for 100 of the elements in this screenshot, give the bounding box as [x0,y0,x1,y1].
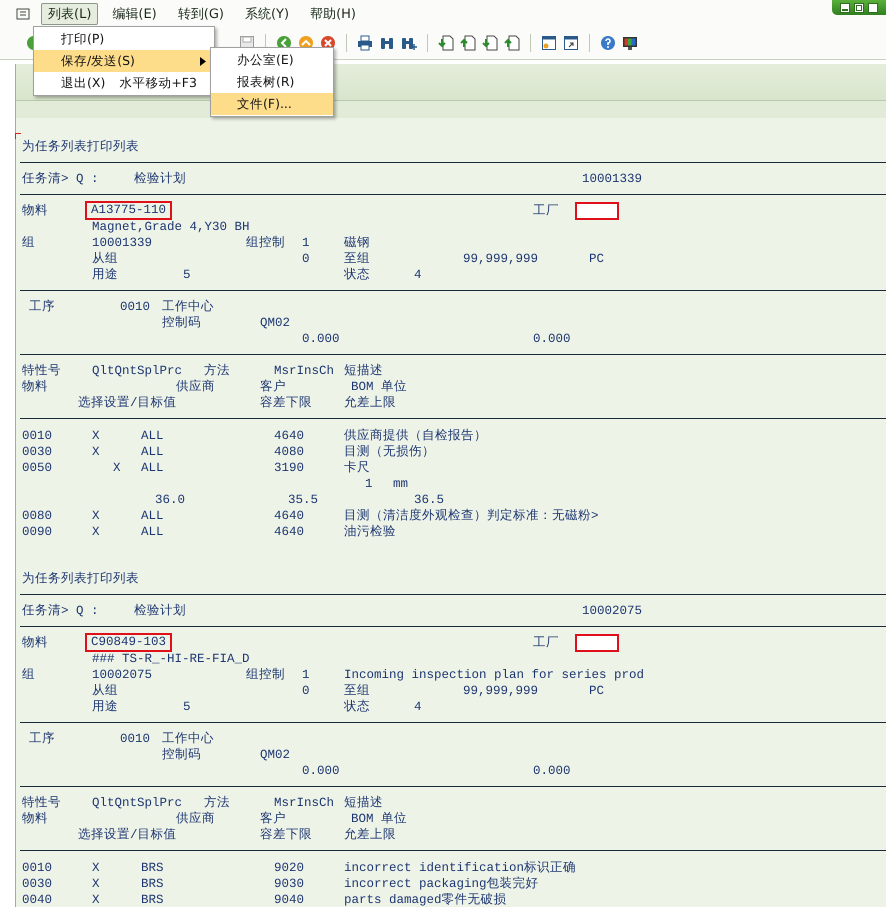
table-cell: parts damaged零件无破损 [344,892,507,907]
menu-item[interactable]: 编辑(E) [105,2,164,24]
field-label: 从组 [92,683,118,699]
table-cell: BRS [141,892,164,907]
material-value: A13775-110 [85,201,172,220]
table-cell: 9040 [274,892,304,907]
table-cell: mm [393,476,408,492]
field-value: 0.000 [302,763,340,779]
column-header: 特性号 [22,795,61,811]
field-value: 0 [302,683,310,699]
field-value: QM02 [260,747,290,763]
field-value: 0.000 [302,331,340,347]
field-value: 4 [414,699,422,715]
column-header: 供应商 [176,379,215,395]
field-value: 10001339 [582,171,642,187]
shortcut-window-icon[interactable] [563,35,579,51]
shortcut-label: 水平移动+F3 [119,74,197,92]
page-arrow-icon[interactable] [482,35,498,51]
maximize-icon[interactable] [854,2,864,12]
menu-option[interactable]: 文件(F)... [211,93,333,115]
table-cell: incorrect identification标识正确 [344,860,576,876]
monitor-icon[interactable] [622,35,638,51]
field-label: 用途 [92,267,118,283]
field-value: 1 [302,235,310,251]
menu-option-label: 退出(X) [61,74,106,92]
column-header: 选择设置/目标值 [78,395,177,411]
close-icon[interactable] [868,2,878,12]
menu-option[interactable]: 报表树(R) [211,71,333,93]
field-label: 至组 [344,251,370,267]
table-cell: X [92,892,100,907]
field-label: 控制码 [162,747,201,763]
page-arrow-icon[interactable] [460,35,476,51]
field-label: 任务清> Q : [22,171,99,187]
field-value: 5 [183,267,191,283]
field-value: 0010 [120,299,150,315]
column-header: 客户 [260,811,286,827]
table-cell: ALL [141,460,164,476]
column-header: 选择设置/目标值 [78,827,177,843]
table-cell: ALL [141,444,164,460]
table-cell: 9020 [274,860,304,876]
field-value: 10001339 [92,235,152,251]
field-label: 组控制 [246,235,285,251]
column-header: 方法 [204,363,230,379]
field-label: 任务清> Q : [22,603,99,619]
column-header: 供应商 [176,811,215,827]
new-window-icon[interactable] [541,35,557,51]
material-description: Magnet,Grade 4,Y30 BH [92,219,250,235]
table-cell: 0090 [22,524,52,540]
column-header: BOM 单位 [351,811,408,827]
field-label: 工序 [29,299,55,315]
menu-item[interactable]: 列表(L) [41,2,98,24]
table-cell: 目测（清洁度外观检查）判定标准：无磁粉> [344,508,599,524]
field-label: 工厂 [533,203,559,220]
field-value: 99,999,999 [463,251,538,267]
field-label: 组 [22,235,35,251]
column-header: 方法 [204,795,230,811]
field-label: 从组 [92,251,118,267]
table-cell: X [92,876,100,892]
field-label: 工厂 [533,635,559,652]
page-arrow-icon[interactable] [438,35,454,51]
table-cell: 1 [365,476,373,492]
menu-option-label: 保存/发送(S) [61,52,135,70]
table-cell: X [92,524,100,540]
menu-item[interactable]: 转到(G) [170,2,231,24]
column-header: MsrInsCh [274,795,334,811]
field-label: 工作中心 [162,299,214,315]
field-value: 磁钢 [344,235,370,251]
table-cell: 0040 [22,892,52,907]
menu-option[interactable]: 办公室(E) [211,49,333,71]
column-header: BOM 单位 [351,379,408,395]
table-cell: X [92,508,100,524]
column-header: QltQntSplPrc [92,363,182,379]
table-cell: X [92,444,100,460]
minimize-icon[interactable] [840,2,850,12]
column-header: 客户 [260,379,286,395]
column-header: MsrInsCh [274,363,334,379]
help-icon[interactable] [600,35,616,51]
table-cell: 0030 [22,444,52,460]
menu-option[interactable]: 退出(X) 水平移动+F3 [34,72,214,94]
table-cell: 4640 [274,524,304,540]
table-cell: ALL [141,524,164,540]
table-cell: BRS [141,860,164,876]
printer-icon[interactable] [357,35,373,51]
field-value: 10002075 [92,667,152,683]
field-label: 物料 [22,203,48,220]
table-cell: 36.5 [414,492,444,508]
menu-item[interactable]: 帮助(H) [303,2,363,24]
field-label: 控制码 [162,315,201,331]
page-arrow-icon[interactable] [504,35,520,51]
table-cell: 卡尺 [344,460,370,476]
field-label: 至组 [344,683,370,699]
menu-option[interactable]: 打印(P) [34,28,214,50]
table-cell: BRS [141,876,164,892]
field-value: 0 [302,251,310,267]
list-icon[interactable] [16,8,30,20]
table-cell: 0010 [22,428,52,444]
corner-mark [15,133,21,139]
menu-item[interactable]: 系统(Y) [238,2,296,24]
table-cell: ALL [141,428,164,444]
field-value: 10002075 [582,603,642,619]
